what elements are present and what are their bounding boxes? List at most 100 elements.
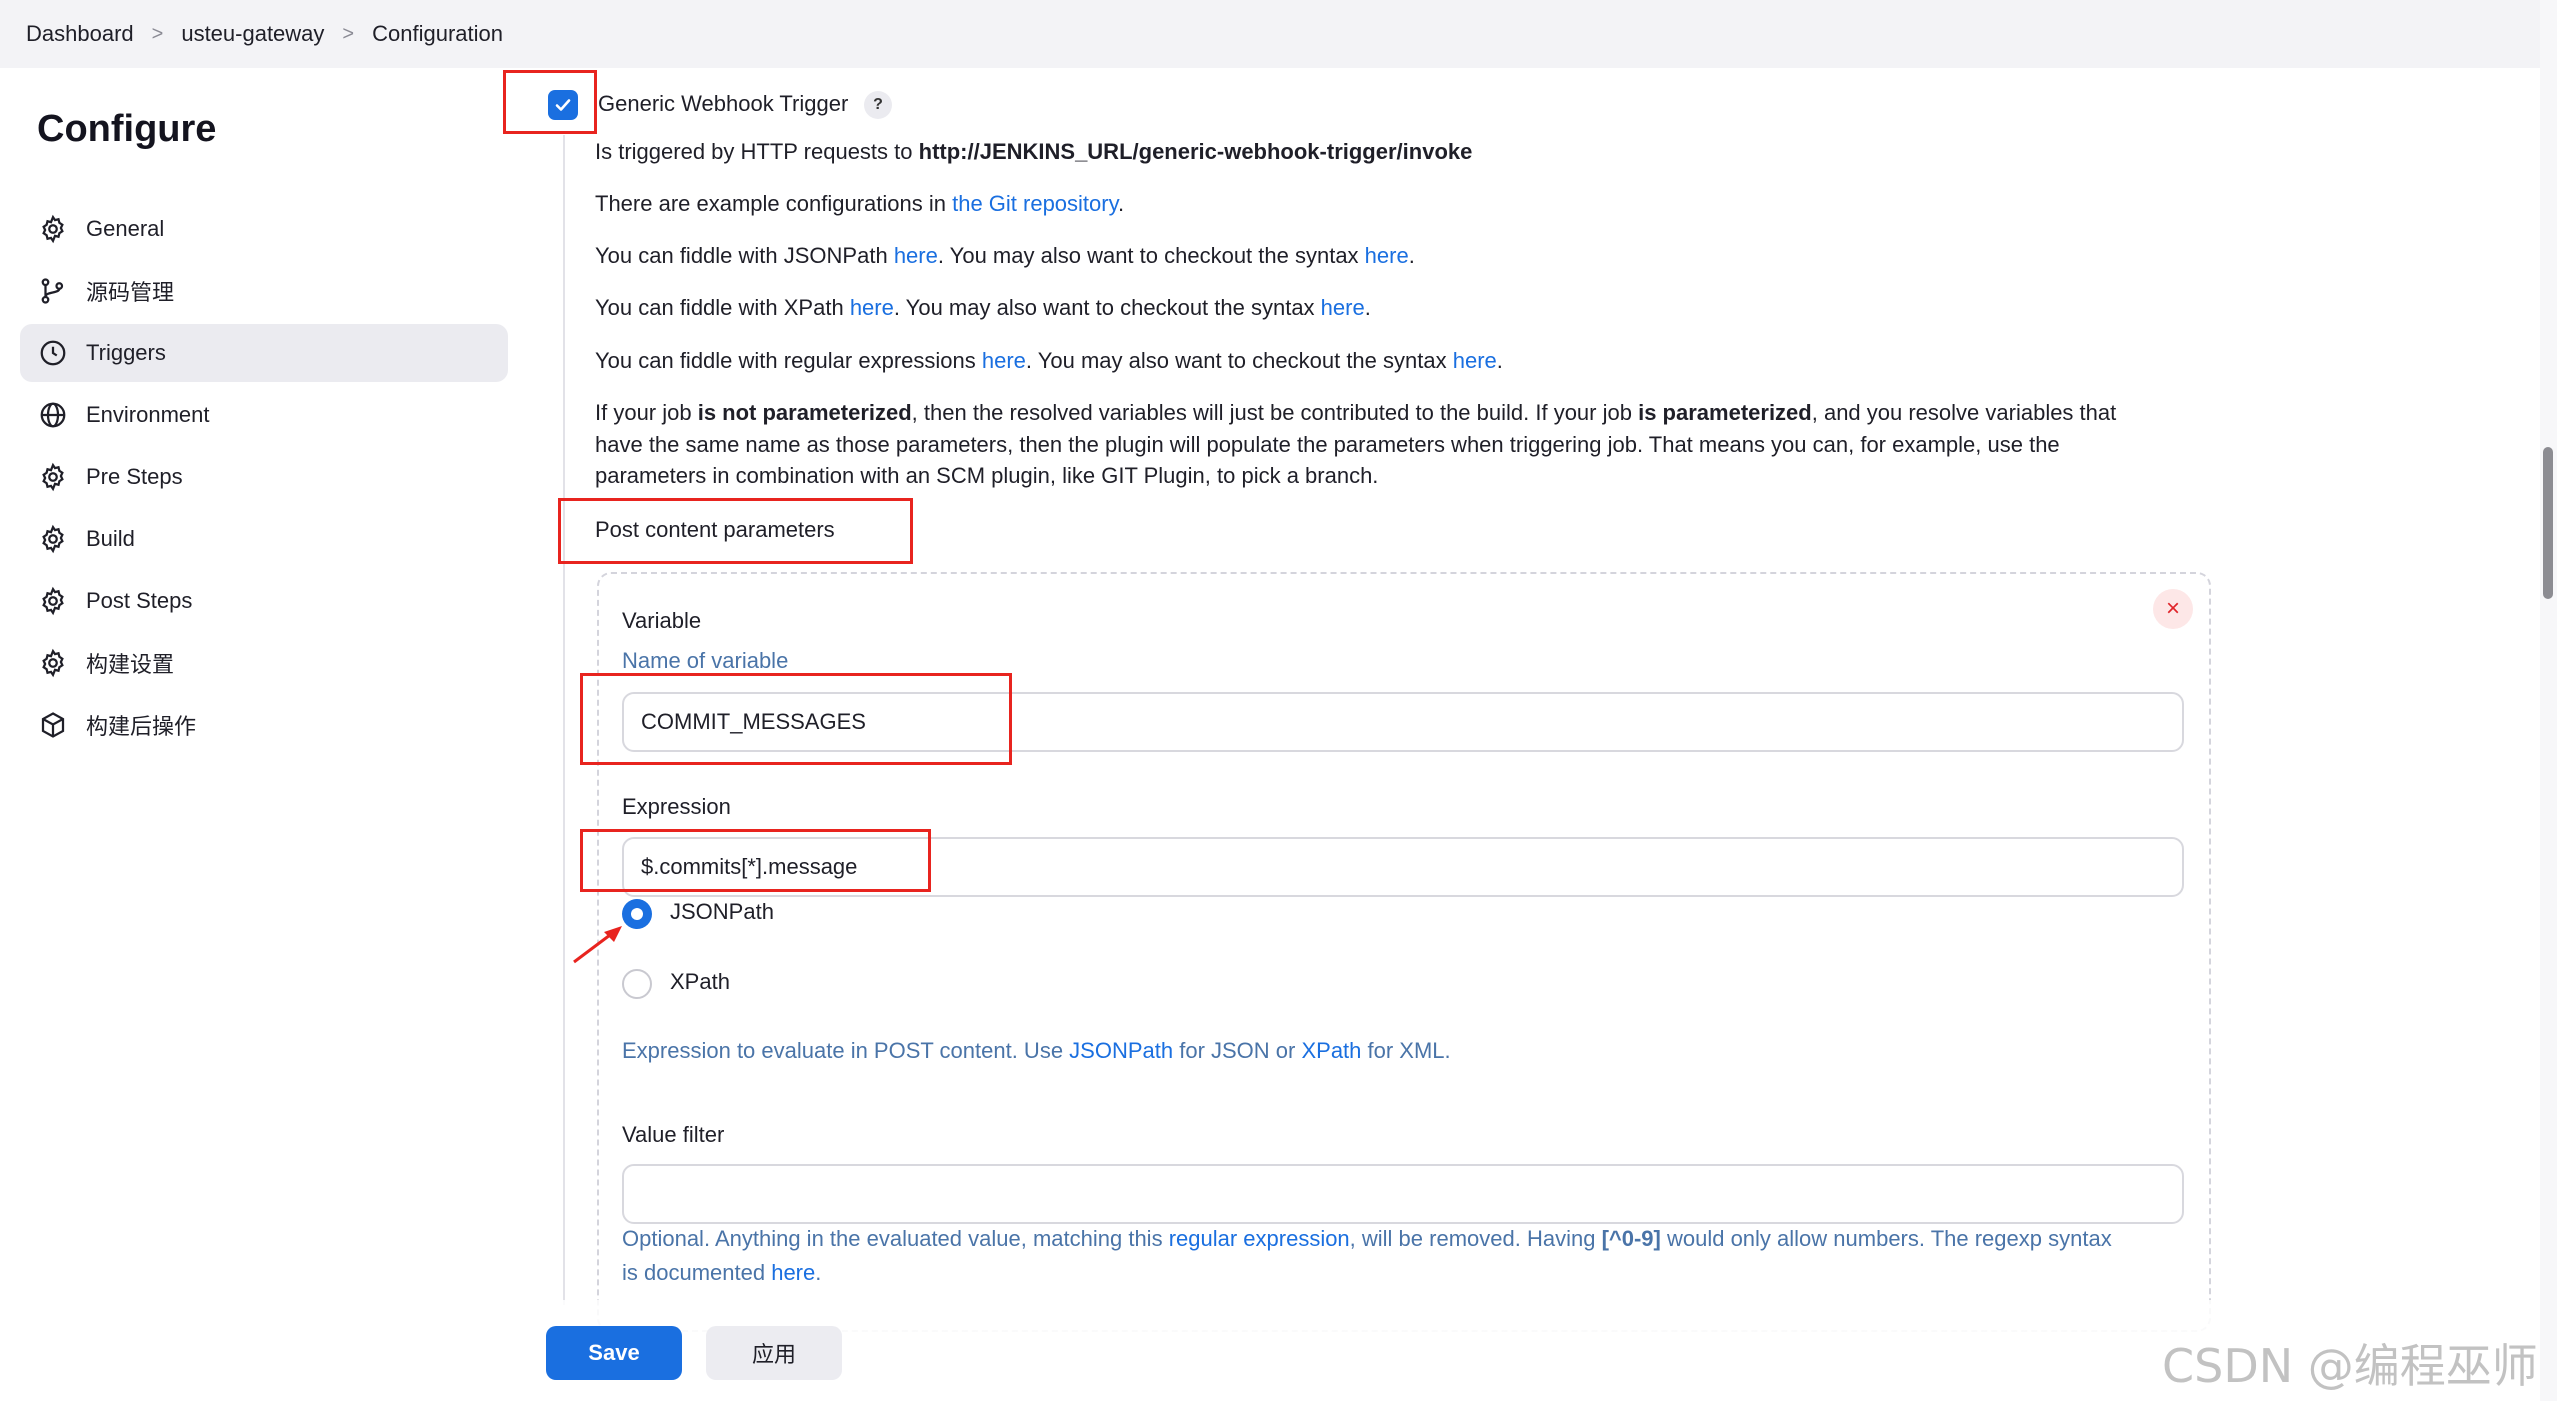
breadcrumb-job[interactable]: usteu-gateway (181, 21, 324, 47)
sidebar-item-post-build[interactable]: 构建后操作 (20, 696, 508, 754)
fiddle-text: You can fiddle with regular expressions (595, 348, 982, 373)
xpath-radio-label[interactable]: XPath (670, 969, 730, 995)
jsonpath-doc-link[interactable]: JSONPath (1069, 1038, 1173, 1063)
sidebar-item-label: Triggers (86, 340, 166, 365)
jsonpath-radio-label[interactable]: JSONPath (670, 899, 774, 925)
close-icon: × (2165, 595, 2180, 622)
value-filter-hint-line-1: Optional. Anything in the evaluated valu… (622, 1226, 2112, 1252)
help-icon[interactable]: ? (864, 91, 892, 119)
breadcrumb-configuration[interactable]: Configuration (372, 21, 503, 47)
value-filter-label: Value filter (622, 1122, 725, 1147)
sidebar-item-label: 构建后操作 (86, 714, 197, 739)
watermark: CSDN @编程巫师 (2162, 1339, 2538, 1393)
hint-code: [^0-9] (1601, 1226, 1661, 1251)
gear-icon (36, 646, 70, 680)
bottom-action-bar (0, 1300, 2540, 1401)
globe-icon (36, 398, 70, 432)
trigger-label: Generic Webhook Trigger (598, 91, 849, 116)
trigger-description: Is triggered by HTTP requests to http://… (595, 139, 1472, 165)
variable-label: Variable (622, 608, 702, 633)
xpath-fiddle-link[interactable]: here (850, 295, 894, 320)
parameterized-line-3: parameters in combination with an SCM pl… (595, 463, 1379, 488)
fiddle-text: You can fiddle with JSONPath (595, 243, 894, 268)
apply-button[interactable]: 应用 (706, 1326, 842, 1380)
xpath-doc-link[interactable]: XPath (1301, 1038, 1361, 1063)
syntax-text: . You may also want to checkout the synt… (937, 243, 1365, 268)
period-text: . (1496, 348, 1503, 373)
remove-parameter-button[interactable]: × (2153, 589, 2193, 629)
breadcrumb: Dashboard > usteu-gateway > Configuratio… (0, 0, 2540, 68)
xpath-radio[interactable] (622, 969, 652, 999)
sidebar-item-label: General (86, 216, 165, 241)
sidebar-item-label: Post Steps (86, 588, 193, 613)
regex-syntax-link[interactable]: here (1453, 348, 1497, 373)
branch-icon (36, 274, 70, 308)
hint-text: . (815, 1260, 822, 1285)
sidebar-item-build[interactable]: Build (20, 510, 508, 568)
scrollbar-thumb[interactable] (2543, 447, 2553, 599)
hint-text: Expression to evaluate in POST content. … (622, 1038, 1070, 1063)
sidebar-item-triggers[interactable]: Triggers (20, 324, 508, 382)
sidebar-item-label: Pre Steps (86, 464, 183, 489)
invoke-url: http://JENKINS_URL/generic-webhook-trigg… (918, 139, 1473, 164)
sidebar-item-label: Environment (86, 402, 210, 427)
examples-line: There are example configurations in the … (595, 191, 1124, 217)
hint-text: for JSON or (1173, 1038, 1302, 1063)
value-filter-hint-line-2: is documented here. (622, 1260, 821, 1286)
param-text: If your job (595, 400, 698, 425)
hint-text: would only allow numbers. The regexp syn… (1660, 1226, 2112, 1251)
period-text: . (1364, 295, 1371, 320)
hint-text: , will be removed. Having (1349, 1226, 1602, 1251)
scrollbar-track[interactable] (2540, 0, 2557, 1401)
breadcrumb-separator: > (151, 22, 164, 45)
xpath-syntax-link[interactable]: here (1321, 295, 1365, 320)
variable-hint: Name of variable (622, 648, 789, 673)
annotation-box (580, 829, 931, 892)
git-repository-link[interactable]: the Git repository (952, 191, 1118, 216)
regexp-doc-link[interactable]: here (771, 1260, 815, 1285)
param-text: , then the resolved variables will just … (911, 400, 1639, 425)
annotation-arrow-icon (573, 926, 622, 964)
param-text: , and you resolve variables that (1811, 400, 2117, 425)
parameterized-line-2: have the same name as those parameters, … (595, 432, 2060, 457)
hint-text: for XML. (1361, 1038, 1451, 1063)
sidebar-item-build-settings[interactable]: 构建设置 (20, 634, 508, 692)
annotation-box (580, 673, 1012, 765)
gear-icon (36, 522, 70, 556)
jsonpath-syntax-link[interactable]: here (1365, 243, 1409, 268)
regular-expression-link[interactable]: regular expression (1169, 1226, 1350, 1251)
page-title: Configure (37, 108, 217, 150)
breadcrumb-dashboard[interactable]: Dashboard (26, 21, 134, 47)
save-button[interactable]: Save (546, 1326, 682, 1380)
sidebar-item-post-steps[interactable]: Post Steps (20, 572, 508, 630)
value-filter-input[interactable] (622, 1164, 2184, 1224)
period-text: . (1117, 191, 1125, 216)
gear-icon (36, 584, 70, 618)
jsonpath-fiddle-link[interactable]: here (894, 243, 938, 268)
clock-icon (36, 336, 70, 370)
syntax-text: . You may also want to checkout the synt… (1025, 348, 1453, 373)
xpath-fiddle-line: You can fiddle with XPath here. You may … (595, 295, 1371, 321)
sidebar-item-label: 构建设置 (86, 652, 175, 677)
jsonpath-fiddle-line: You can fiddle with JSONPath here. You m… (595, 243, 1415, 269)
sidebar-item-environment[interactable]: Environment (20, 386, 508, 444)
check-icon (555, 99, 571, 111)
period-text: . (1408, 243, 1415, 268)
sidebar-item-scm[interactable]: 源码管理 (20, 262, 508, 320)
sidebar-item-general[interactable]: General (20, 200, 508, 258)
hint-text: Optional. Anything in the evaluated valu… (622, 1226, 1169, 1251)
param-bold: is not parameterized (697, 400, 912, 425)
fiddle-text: You can fiddle with XPath (595, 295, 850, 320)
syntax-text: . You may also want to checkout the synt… (893, 295, 1321, 320)
sidebar-item-label: Build (86, 526, 135, 551)
sidebar-item-label: 源码管理 (86, 280, 175, 305)
param-bold: is parameterized (1638, 400, 1812, 425)
generic-webhook-trigger-checkbox[interactable] (548, 90, 578, 120)
regex-fiddle-line: You can fiddle with regular expressions … (595, 348, 1503, 374)
regex-fiddle-link[interactable]: here (982, 348, 1026, 373)
breadcrumb-separator: > (342, 22, 355, 45)
section-divider (563, 135, 565, 1305)
sidebar-item-pre-steps[interactable]: Pre Steps (20, 448, 508, 506)
cube-icon (36, 708, 70, 742)
desc-text: Is triggered by HTTP requests to (595, 139, 919, 164)
